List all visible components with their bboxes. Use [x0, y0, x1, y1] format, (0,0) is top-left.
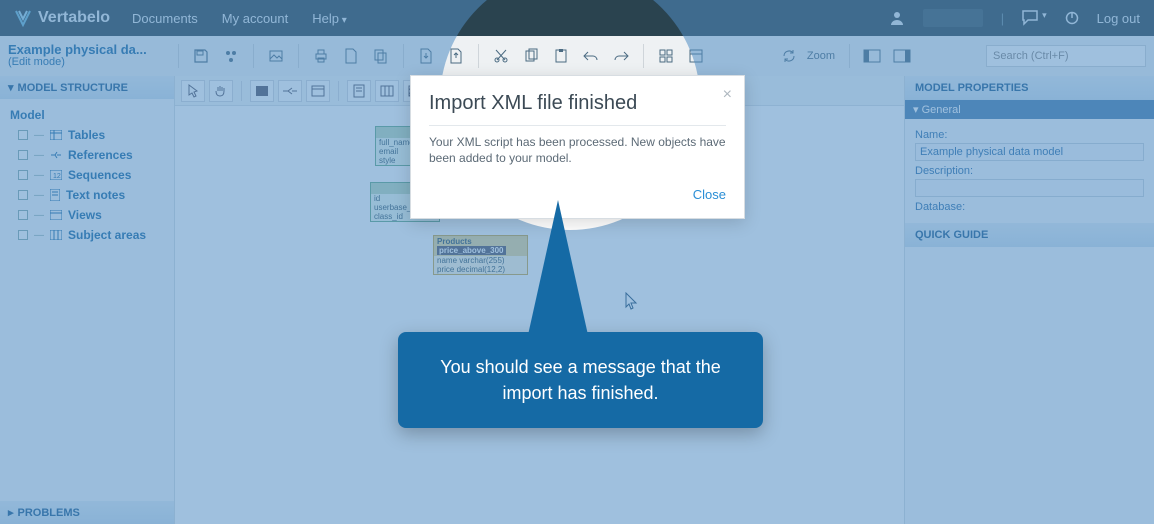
chat-icon[interactable]: ▾ — [1022, 10, 1047, 26]
nav-account[interactable]: My account — [222, 11, 288, 26]
panel-right-icon[interactable] — [890, 44, 914, 68]
close-button[interactable]: Close — [693, 187, 726, 202]
quick-guide-header[interactable]: QUICK GUIDE — [905, 223, 1154, 247]
share-icon[interactable] — [219, 44, 243, 68]
nav-help[interactable]: Help — [312, 11, 347, 26]
logout-icon[interactable] — [1065, 11, 1079, 25]
model-properties-header: MODEL PROPERTIES — [905, 76, 1154, 100]
tool-area-icon[interactable] — [375, 80, 399, 102]
tree-item-subjectareas[interactable]: —Subject areas — [10, 225, 174, 245]
image-icon[interactable] — [264, 44, 288, 68]
diagram-table-3[interactable]: Products price_above_300 name varchar(25… — [433, 235, 528, 275]
tree-item-views[interactable]: —Views — [10, 205, 174, 225]
print-icon[interactable] — [309, 44, 333, 68]
tool-hand-icon[interactable] — [209, 80, 233, 102]
dialog-title: Import XML file finished — [429, 92, 726, 126]
callout-text: You should see a message that the import… — [440, 357, 721, 403]
description-field[interactable] — [915, 179, 1144, 197]
brand-logo[interactable]: Vertabelo — [14, 9, 110, 27]
dialog-body: Your XML script has been processed. New … — [429, 134, 726, 166]
paste-icon[interactable] — [549, 44, 573, 68]
layout-icon[interactable] — [684, 44, 708, 68]
doc-icon[interactable] — [339, 44, 363, 68]
export-icon[interactable] — [444, 44, 468, 68]
tool-note-icon[interactable] — [347, 80, 371, 102]
tree-item-textnotes[interactable]: —Text notes — [10, 185, 174, 205]
username-display — [923, 9, 983, 27]
copy2-icon[interactable] — [519, 44, 543, 68]
close-icon[interactable]: × — [723, 86, 732, 104]
description-label: Description: — [915, 165, 1144, 177]
refresh-icon[interactable] — [777, 44, 801, 68]
top-nav: Vertabelo Documents My account Help | ▾ … — [0, 0, 1154, 36]
nav-logout[interactable]: Log out — [1097, 11, 1140, 26]
save-icon[interactable] — [189, 44, 213, 68]
callout-tail — [518, 200, 598, 340]
left-sidebar: ▾ MODEL STRUCTURE Model —Tables —Referen… — [0, 76, 175, 524]
import-finished-dialog: × Import XML file finished Your XML scri… — [410, 75, 745, 219]
tree-item-references[interactable]: —References — [10, 145, 174, 165]
copy-icon[interactable] — [369, 44, 393, 68]
tree-item-tables[interactable]: —Tables — [10, 125, 174, 145]
logo-icon — [14, 9, 32, 27]
general-section[interactable]: ▾ General — [905, 100, 1154, 119]
tree-item-sequences[interactable]: —12Sequences — [10, 165, 174, 185]
brand-name: Vertabelo — [38, 9, 110, 27]
import-icon[interactable] — [414, 44, 438, 68]
undo-icon[interactable] — [579, 44, 603, 68]
svg-text:12: 12 — [53, 173, 61, 180]
model-mode: (Edit mode) — [8, 56, 168, 69]
cut-icon[interactable] — [489, 44, 513, 68]
main-toolbar: Example physical da... (Edit mode) Zoom … — [0, 36, 1154, 76]
tool-table-icon[interactable] — [250, 80, 274, 102]
name-field[interactable] — [915, 143, 1144, 161]
user-icon[interactable] — [889, 10, 905, 26]
tool-pointer-icon[interactable] — [181, 80, 205, 102]
model-structure-header[interactable]: ▾ MODEL STRUCTURE — [0, 76, 174, 99]
model-title: Example physical da... — [8, 43, 168, 56]
tool-view-icon[interactable] — [306, 80, 330, 102]
grid-icon[interactable] — [654, 44, 678, 68]
problems-header[interactable]: ▸ PROBLEMS — [0, 501, 174, 524]
name-label: Name: — [915, 129, 1144, 141]
zoom-label: Zoom — [807, 50, 835, 62]
right-sidebar: MODEL PROPERTIES ▾ General Name: Descrip… — [904, 76, 1154, 524]
nav-documents[interactable]: Documents — [132, 11, 198, 26]
tool-relation-icon[interactable] — [278, 80, 302, 102]
search-input[interactable]: Search (Ctrl+F) — [986, 45, 1146, 67]
panel-left-icon[interactable] — [860, 44, 884, 68]
tree-root[interactable]: Model — [10, 105, 174, 125]
tutorial-callout: You should see a message that the import… — [398, 332, 763, 428]
redo-icon[interactable] — [609, 44, 633, 68]
database-label: Database: — [915, 201, 1144, 213]
cursor-icon — [625, 292, 639, 313]
